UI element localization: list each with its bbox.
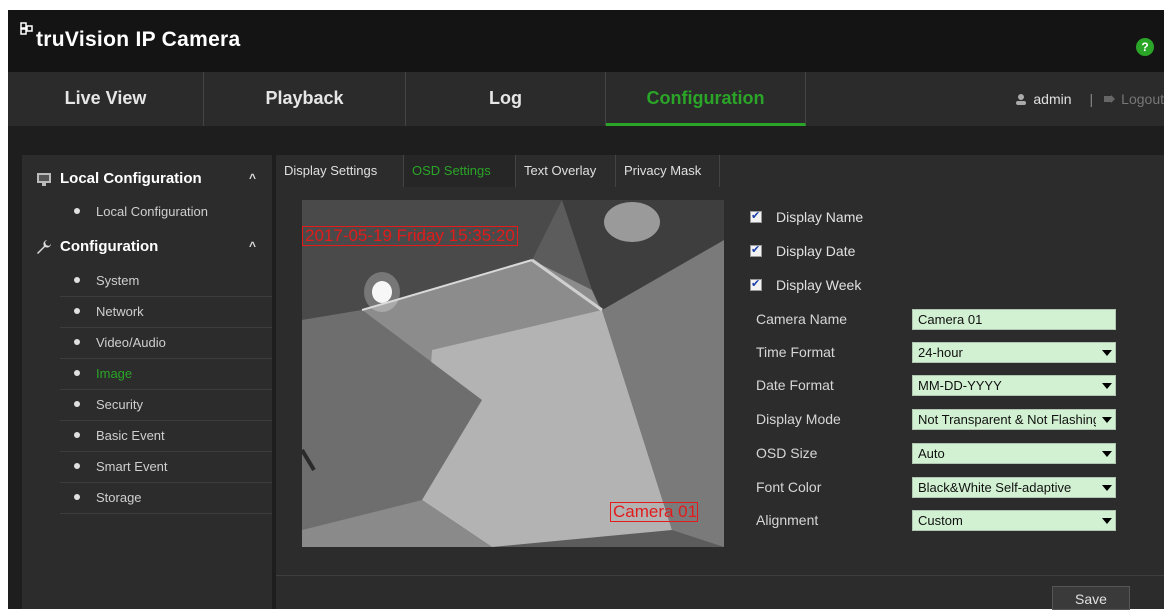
- display-week-checkbox[interactable]: [750, 277, 762, 291]
- save-button[interactable]: Save: [1052, 586, 1130, 610]
- tab-live-view[interactable]: Live View: [8, 72, 204, 126]
- chevron-up-icon[interactable]: ^: [249, 239, 256, 253]
- brand: truVision IP Camera: [20, 22, 241, 52]
- display-date-checkbox[interactable]: [750, 243, 762, 257]
- bullet-icon: [74, 494, 80, 500]
- camera-image: [302, 200, 724, 547]
- camera-name-input[interactable]: Camera 01: [912, 309, 1116, 330]
- main-nav: Live View Playback Log Configuration adm…: [8, 72, 1164, 126]
- subtab-display-settings[interactable]: Display Settings: [276, 155, 404, 187]
- display-name-checkbox[interactable]: [750, 209, 762, 223]
- local-config-icon: [37, 173, 51, 186]
- user-area: admin | Logout: [1015, 72, 1164, 126]
- sidebar-item-image[interactable]: Image: [22, 359, 272, 390]
- sidebar-item-label: Video/Audio: [96, 335, 166, 350]
- chevron-down-icon[interactable]: [1099, 511, 1115, 530]
- app-window: truVision IP Camera ? Live View Playback…: [0, 0, 1164, 610]
- divider: [60, 513, 272, 514]
- app-header: truVision IP Camera ?: [8, 10, 1164, 72]
- bullet-icon: [74, 308, 80, 314]
- date-format-label: Date Format: [756, 377, 834, 393]
- logo-icon: [20, 22, 33, 35]
- sidebar-header-local[interactable]: Local Configuration ^: [22, 161, 272, 197]
- font-color-label: Font Color: [756, 479, 822, 495]
- logout-link[interactable]: Logout: [1121, 91, 1164, 107]
- sidebar-item-label: System: [96, 273, 140, 288]
- bullet-icon: [74, 208, 80, 214]
- sidebar-item-basic-event[interactable]: Basic Event: [22, 421, 272, 452]
- display-week-label: Display Week: [776, 277, 862, 293]
- bullet-icon: [74, 463, 80, 469]
- chevron-down-icon[interactable]: [1099, 444, 1115, 463]
- display-name-label: Display Name: [776, 209, 864, 225]
- sidebar-item-storage[interactable]: Storage: [22, 483, 272, 514]
- sidebar-item-network[interactable]: Network: [22, 297, 272, 328]
- sidebar-item-label: Basic Event: [96, 428, 165, 443]
- sidebar-header-configuration[interactable]: Configuration ^: [22, 229, 272, 265]
- camera-name-label: Camera Name: [756, 311, 848, 327]
- sidebar-item-smart-event[interactable]: Smart Event: [22, 452, 272, 483]
- sidebar-item-label: Local Configuration: [96, 204, 209, 219]
- sidebar-item-label: Network: [96, 304, 144, 319]
- bullet-icon: [74, 432, 80, 438]
- camera-preview[interactable]: 2017-05-19 Friday 15:35:20 Camera 01: [302, 200, 724, 547]
- date-format-select[interactable]: MM-DD-YYYY: [912, 375, 1116, 396]
- chevron-down-icon[interactable]: [1099, 478, 1115, 497]
- sidebar-header-label: Local Configuration: [60, 170, 202, 187]
- bullet-icon: [74, 370, 80, 376]
- sidebar-item-label: Smart Event: [96, 459, 168, 474]
- subtab-text-overlay[interactable]: Text Overlay: [516, 155, 616, 187]
- sidebar-item-local-configuration[interactable]: Local Configuration: [22, 197, 272, 228]
- sidebar-item-label: Image: [96, 366, 133, 381]
- osd-size-value: Auto: [918, 446, 945, 461]
- tab-playback[interactable]: Playback: [204, 72, 406, 126]
- sidebar-item-label: Storage: [96, 490, 142, 505]
- display-mode-select[interactable]: Not Transparent & Not Flashing: [912, 409, 1116, 430]
- help-icon[interactable]: ?: [1136, 38, 1154, 56]
- chevron-up-icon[interactable]: ^: [249, 171, 256, 185]
- sidebar-item-security[interactable]: Security: [22, 390, 272, 421]
- username: admin: [1033, 91, 1072, 107]
- time-format-select[interactable]: 24-hour: [912, 342, 1116, 363]
- osd-size-select[interactable]: Auto: [912, 443, 1116, 464]
- app-title: truVision IP Camera: [36, 28, 241, 51]
- display-mode-label: Display Mode: [756, 411, 841, 427]
- chevron-down-icon[interactable]: [1099, 376, 1115, 395]
- time-format-label: Time Format: [756, 344, 835, 360]
- sidebar-header-label: Configuration: [60, 238, 159, 255]
- sidebar-item-system[interactable]: System: [22, 266, 272, 297]
- subtab-privacy-mask[interactable]: Privacy Mask: [616, 155, 720, 187]
- footer-divider: [276, 575, 1164, 576]
- display-mode-value: Not Transparent & Not Flashing: [918, 412, 1096, 427]
- alignment-label: Alignment: [756, 512, 819, 528]
- date-format-value: MM-DD-YYYY: [918, 378, 1002, 393]
- tab-configuration[interactable]: Configuration: [606, 72, 806, 126]
- chevron-down-icon[interactable]: [1099, 343, 1115, 362]
- bullet-icon: [74, 401, 80, 407]
- tab-log[interactable]: Log: [406, 72, 606, 126]
- camera-name-overlay[interactable]: Camera 01: [610, 502, 698, 522]
- bullet-icon: [74, 277, 80, 283]
- alignment-select[interactable]: Custom: [912, 510, 1116, 531]
- sidebar-item-label: Security: [96, 397, 143, 412]
- bullet-icon: [74, 339, 80, 345]
- font-color-select[interactable]: Black&White Self-adaptive: [912, 477, 1116, 498]
- date-overlay[interactable]: 2017-05-19 Friday 15:35:20: [302, 226, 518, 246]
- osd-size-label: OSD Size: [756, 445, 818, 461]
- chevron-down-icon[interactable]: [1099, 410, 1115, 429]
- logout-icon[interactable]: [1103, 93, 1116, 105]
- wrench-icon: [37, 240, 51, 254]
- sidebar-item-video-audio[interactable]: Video/Audio: [22, 328, 272, 359]
- display-date-label: Display Date: [776, 243, 856, 259]
- alignment-value: Custom: [918, 513, 963, 528]
- user-separator: |: [1089, 91, 1094, 107]
- font-color-value: Black&White Self-adaptive: [918, 480, 1072, 495]
- sidebar: Local Configuration ^ Local Configuratio…: [22, 155, 272, 609]
- subtab-osd-settings[interactable]: OSD Settings: [404, 155, 516, 187]
- time-format-value: 24-hour: [918, 345, 963, 360]
- user-icon: [1016, 94, 1027, 105]
